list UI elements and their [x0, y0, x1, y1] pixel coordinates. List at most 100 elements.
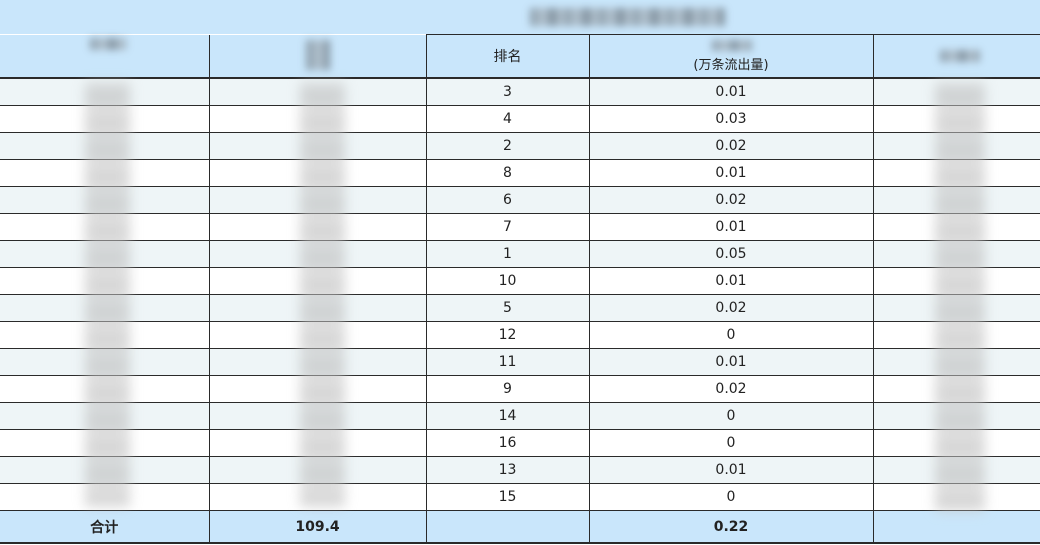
cell-col5 [872, 321, 1040, 349]
cell-col5 [872, 77, 1040, 106]
cell-region [0, 348, 210, 376]
cell-col2 [208, 294, 427, 322]
cell-col2 [208, 348, 427, 376]
cell-col5 [872, 240, 1040, 268]
cell-col5 [872, 267, 1040, 295]
header-rank-label: 排名 [493, 49, 522, 65]
redacted-header-region [90, 38, 126, 50]
cell-rank: 14 [425, 402, 590, 430]
table-row: 9 0.02 [0, 375, 1040, 403]
cell-col2 [208, 240, 427, 268]
total-label: 合计 [0, 510, 210, 544]
cell-col2 [208, 159, 427, 187]
cell-col2 [208, 456, 427, 484]
header-value-unit: (万条流出量) [693, 57, 769, 73]
cell-region [0, 456, 210, 484]
cell-value: 0.01 [588, 159, 874, 187]
cell-rank: 12 [425, 321, 590, 349]
cell-region [0, 483, 210, 511]
total-col2: 109.4 [208, 510, 427, 544]
header-rank: 排名 [425, 34, 590, 79]
cell-value: 0.01 [588, 77, 874, 106]
cell-rank: 1 [425, 240, 590, 268]
cell-col2 [208, 213, 427, 241]
cell-region [0, 429, 210, 457]
cell-region [0, 186, 210, 214]
cell-region [0, 267, 210, 295]
cell-col2 [208, 402, 427, 430]
redacted-header-col5 [940, 50, 980, 62]
cell-col2 [208, 105, 427, 133]
table-row: 8 0.01 [0, 159, 1040, 187]
table-header-row: 排名 (万条流出量) [0, 34, 1040, 79]
cell-region [0, 321, 210, 349]
cell-col5 [872, 294, 1040, 322]
cell-col5 [872, 132, 1040, 160]
cell-region [0, 105, 210, 133]
cell-col5 [872, 429, 1040, 457]
cell-value: 0.02 [588, 375, 874, 403]
table-row: 10 0.01 [0, 267, 1040, 295]
ranking-table: 排名 (万条流出量) 3 0.01 4 0.03 2 0.02 8 0.01 6 0.02 7 0.0… [0, 0, 1040, 544]
cell-value: 0.03 [588, 105, 874, 133]
cell-rank: 9 [425, 375, 590, 403]
redacted-header-value-title [712, 40, 752, 51]
cell-region [0, 132, 210, 160]
table-row: 5 0.02 [0, 294, 1040, 322]
cell-value: 0.01 [588, 348, 874, 376]
cell-col2 [208, 321, 427, 349]
cell-value: 0 [588, 429, 874, 457]
cell-rank: 3 [425, 77, 590, 106]
table-row: 3 0.01 [0, 77, 1040, 106]
cell-col5 [872, 213, 1040, 241]
table-title [0, 0, 1040, 35]
cell-rank: 4 [425, 105, 590, 133]
cell-region [0, 159, 210, 187]
total-col5 [872, 510, 1040, 544]
cell-col2 [208, 77, 427, 106]
cell-col5 [872, 483, 1040, 511]
cell-rank: 7 [425, 213, 590, 241]
cell-value: 0.01 [588, 267, 874, 295]
table-row: 14 0 [0, 402, 1040, 430]
cell-col2 [208, 429, 427, 457]
cell-col5 [872, 402, 1040, 430]
total-row: 合计 109.4 0.22 [0, 510, 1040, 544]
cell-value: 0.01 [588, 213, 874, 241]
cell-region [0, 240, 210, 268]
cell-col5 [872, 375, 1040, 403]
cell-rank: 6 [425, 186, 590, 214]
cell-rank: 2 [425, 132, 590, 160]
table-row: 13 0.01 [0, 456, 1040, 484]
cell-col5 [872, 159, 1040, 187]
cell-col5 [872, 456, 1040, 484]
redacted-header-col2 [306, 40, 330, 70]
table-row: 11 0.01 [0, 348, 1040, 376]
table-row: 12 0 [0, 321, 1040, 349]
total-rank [425, 510, 590, 544]
cell-value: 0.02 [588, 294, 874, 322]
cell-region [0, 213, 210, 241]
table-row: 4 0.03 [0, 105, 1040, 133]
cell-value: 0 [588, 402, 874, 430]
cell-col2 [208, 132, 427, 160]
cell-value: 0.02 [588, 132, 874, 160]
table-row: 15 0 [0, 483, 1040, 511]
cell-rank: 10 [425, 267, 590, 295]
table-row: 7 0.01 [0, 213, 1040, 241]
cell-col5 [872, 348, 1040, 376]
cell-value: 0.01 [588, 456, 874, 484]
cell-rank: 15 [425, 483, 590, 511]
cell-rank: 16 [425, 429, 590, 457]
cell-region [0, 375, 210, 403]
cell-value: 0 [588, 483, 874, 511]
cell-region [0, 77, 210, 106]
cell-value: 0.05 [588, 240, 874, 268]
cell-value: 0 [588, 321, 874, 349]
table-title-row [0, 0, 1040, 35]
cell-rank: 11 [425, 348, 590, 376]
cell-region [0, 294, 210, 322]
table-row: 6 0.02 [0, 186, 1040, 214]
cell-rank: 13 [425, 456, 590, 484]
cell-col2 [208, 483, 427, 511]
